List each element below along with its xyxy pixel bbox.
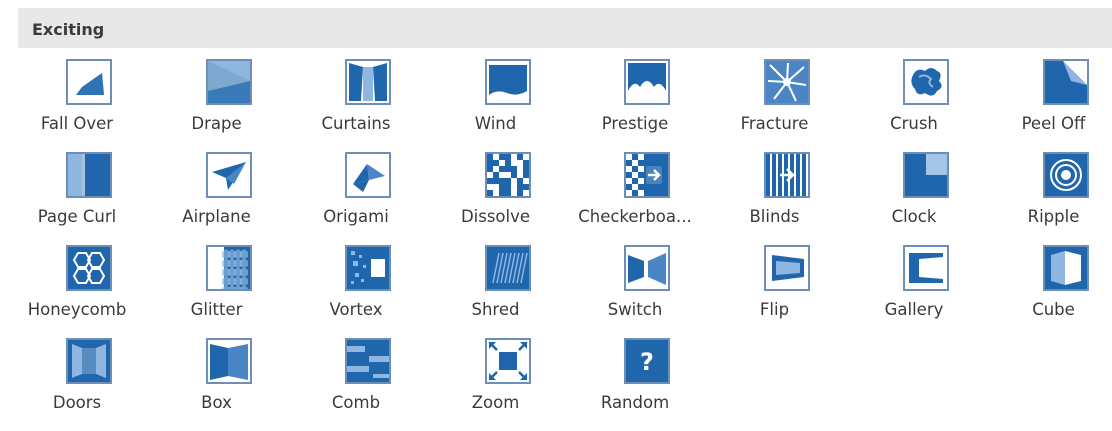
transition-curtains[interactable]: Curtains — [297, 59, 437, 152]
transition-label: Prestige — [576, 114, 694, 134]
transition-peel-off[interactable]: Peel Off — [995, 59, 1112, 152]
wind-icon — [485, 59, 531, 105]
section-title: Exciting — [32, 20, 104, 40]
transition-label: Blinds — [716, 207, 834, 227]
transition-label: Origami — [297, 207, 415, 227]
transition-drape[interactable]: Drape — [158, 59, 298, 152]
ripple-icon — [1043, 152, 1089, 198]
transition-wind[interactable]: Wind — [437, 59, 577, 152]
transition-crush[interactable]: Crush — [855, 59, 995, 152]
transition-label: Ripple — [995, 207, 1112, 227]
transition-label: Curtains — [297, 114, 415, 134]
checkerboard-icon — [624, 152, 670, 198]
curtains-icon — [345, 59, 391, 105]
transition-shred[interactable]: Shred — [437, 245, 577, 338]
svg-text:?: ? — [640, 348, 654, 376]
switch-icon — [624, 245, 670, 291]
transition-comb[interactable]: Comb — [297, 338, 437, 431]
transition-label: Peel Off — [995, 114, 1112, 134]
transition-label: Gallery — [855, 300, 973, 320]
shred-icon — [485, 245, 531, 291]
transition-label: Page Curl — [18, 207, 136, 227]
transition-label: Doors — [18, 393, 136, 413]
section-header: Exciting — [18, 8, 1112, 48]
transition-label: Cube — [995, 300, 1112, 320]
random-icon: ? — [624, 338, 670, 384]
prestige-icon — [624, 59, 670, 105]
vortex-icon — [345, 245, 391, 291]
glitter-icon — [206, 245, 252, 291]
cube-icon — [1043, 245, 1089, 291]
transition-label: Dissolve — [437, 207, 555, 227]
doors-icon — [66, 338, 112, 384]
transition-label: Glitter — [158, 300, 276, 320]
transition-airplane[interactable]: Airplane — [158, 152, 298, 245]
transition-flip[interactable]: Flip — [716, 245, 856, 338]
transition-page-curl[interactable]: Page Curl — [18, 152, 158, 245]
transition-label: Flip — [716, 300, 834, 320]
transition-vortex[interactable]: Vortex — [297, 245, 437, 338]
drape-icon — [206, 59, 252, 105]
page-curl-icon — [66, 152, 112, 198]
transition-cube[interactable]: Cube — [995, 245, 1112, 338]
transition-prestige[interactable]: Prestige — [576, 59, 716, 152]
origami-icon — [345, 152, 391, 198]
gallery-icon — [903, 245, 949, 291]
transition-label: Checkerboa... — [576, 207, 694, 227]
honeycomb-icon — [66, 245, 112, 291]
airplane-icon — [206, 152, 252, 198]
transition-label: Clock — [855, 207, 973, 227]
transition-label: Honeycomb — [18, 300, 136, 320]
transition-fall-over[interactable]: Fall Over — [18, 59, 158, 152]
transition-doors[interactable]: Doors — [18, 338, 158, 431]
transition-fracture[interactable]: Fracture — [716, 59, 856, 152]
transition-label: Random — [576, 393, 694, 413]
dissolve-icon — [485, 152, 531, 198]
zoom-icon — [485, 338, 531, 384]
clock-icon — [903, 152, 949, 198]
transition-label: Box — [158, 393, 276, 413]
blinds-icon — [764, 152, 810, 198]
transition-origami[interactable]: Origami — [297, 152, 437, 245]
flip-icon — [764, 245, 810, 291]
transition-label: Airplane — [158, 207, 276, 227]
transition-label: Shred — [437, 300, 555, 320]
fracture-icon — [764, 59, 810, 105]
box-icon — [206, 338, 252, 384]
fall-over-icon — [66, 59, 112, 105]
transition-label: Switch — [576, 300, 694, 320]
transition-label: Drape — [158, 114, 276, 134]
transition-clock[interactable]: Clock — [855, 152, 995, 245]
transition-label: Comb — [297, 393, 415, 413]
transition-switch[interactable]: Switch — [576, 245, 716, 338]
transition-label: Wind — [437, 114, 555, 134]
transition-label: Fracture — [716, 114, 834, 134]
transition-label: Zoom — [437, 393, 555, 413]
transition-label: Crush — [855, 114, 973, 134]
transition-blinds[interactable]: Blinds — [716, 152, 856, 245]
transition-label: Fall Over — [18, 114, 136, 134]
transition-checkerboard[interactable]: Checkerboa... — [576, 152, 716, 245]
transition-random[interactable]: ? Random — [576, 338, 716, 431]
crush-icon — [903, 59, 949, 105]
transition-label: Vortex — [297, 300, 415, 320]
transition-gallery: Exciting Fall Over Drape Curtains Wind Prest… — [0, 0, 1112, 415]
transition-zoom[interactable]: Zoom — [437, 338, 577, 431]
transition-grid: Fall Over Drape Curtains Wind Prestige Fractu… — [18, 59, 1112, 431]
comb-icon — [345, 338, 391, 384]
transition-glitter[interactable]: Glitter — [158, 245, 298, 338]
transition-honeycomb[interactable]: Honeycomb — [18, 245, 158, 338]
transition-dissolve[interactable]: Dissolve — [437, 152, 577, 245]
transition-gallery[interactable]: Gallery — [855, 245, 995, 338]
peel-off-icon — [1043, 59, 1089, 105]
transition-ripple[interactable]: Ripple — [995, 152, 1112, 245]
transition-box[interactable]: Box — [158, 338, 298, 431]
